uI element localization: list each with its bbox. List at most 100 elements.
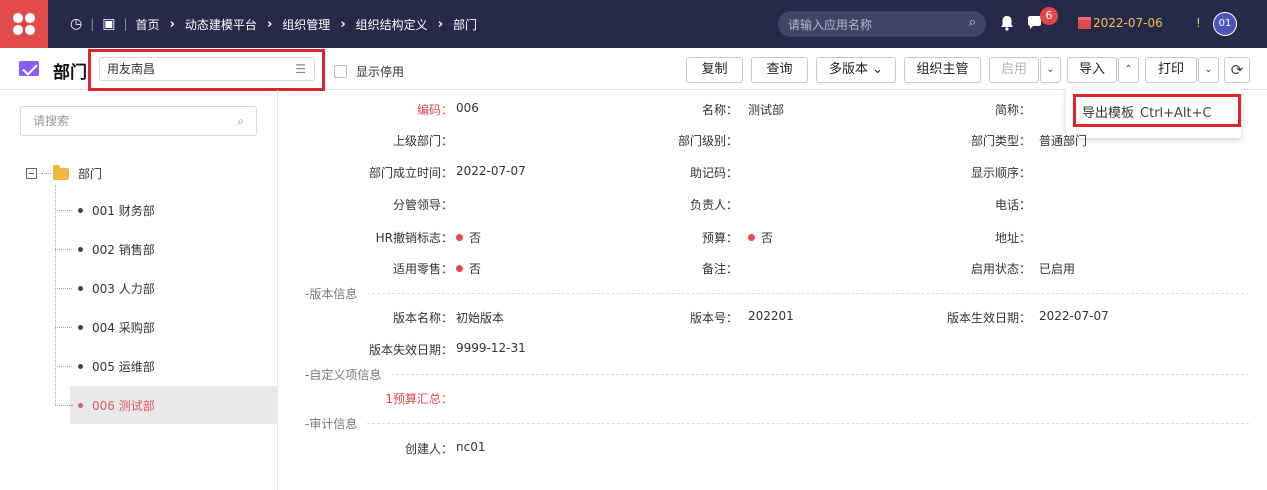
show-disabled-checkbox[interactable]: 显示停用 xyxy=(334,63,404,80)
version-expire-label: 版本失效日期： xyxy=(368,343,453,357)
import-dropdown-chevron-up-icon[interactable]: ⌃ xyxy=(1118,57,1139,83)
date-display[interactable]: 2022-07-06 xyxy=(1078,16,1163,30)
creator-label: 创建人： xyxy=(404,442,453,456)
bullet-icon xyxy=(78,324,83,330)
tree-item[interactable]: 002 销售部 xyxy=(55,230,277,268)
enable-dropdown-chevron-icon[interactable]: ⌄ xyxy=(1040,57,1061,83)
version-name-label: 版本名称： xyxy=(392,311,453,325)
mnemonic-label: 助记码： xyxy=(689,166,738,180)
breadcrumb-org-management[interactable]: 组织管理 xyxy=(282,16,330,33)
tree-connector xyxy=(55,365,72,367)
tree-item-selected[interactable]: 006 测试部 xyxy=(70,386,277,424)
address-label: 地址： xyxy=(994,231,1031,245)
collapse-icon[interactable] xyxy=(26,168,37,179)
print-dropdown-chevron-icon[interactable]: ⌄ xyxy=(1198,57,1219,83)
dept-type-label: 部门类型： xyxy=(970,134,1031,148)
tree-item-label: 006 测试部 xyxy=(92,398,155,413)
refresh-icon[interactable]: ⟳ xyxy=(1224,57,1250,83)
folder-icon xyxy=(53,164,69,180)
parent-dept-label: 上级部门： xyxy=(392,134,453,148)
budget-summary-label: 1预算汇总： xyxy=(385,392,453,406)
tree-connector xyxy=(55,326,72,328)
document-icon[interactable]: ▣ xyxy=(102,16,115,32)
search-icon[interactable]: ⌕ xyxy=(969,15,976,30)
status-dot xyxy=(748,234,755,241)
page-title: 部门 xyxy=(53,63,87,83)
version-section-title: 版本信息 xyxy=(309,287,358,301)
supervisor-label: 分管领导： xyxy=(392,198,453,212)
search-icon[interactable]: ⌕ xyxy=(237,107,244,135)
show-disabled-label: 显示停用 xyxy=(356,65,405,79)
version-no-value: 202201 xyxy=(748,309,794,323)
query-button[interactable]: 查询 xyxy=(751,57,808,83)
app-search-input[interactable]: 请输入应用名称 ⌕ xyxy=(778,11,986,37)
section-divider xyxy=(391,374,1249,375)
import-button[interactable]: 导入 xyxy=(1067,57,1117,83)
org-leader-button[interactable]: 组织主管 xyxy=(904,57,981,83)
tree-item[interactable]: 004 采购部 xyxy=(55,308,277,346)
department-tree-panel: 请搜索 ⌕ 部门 001 财务部 002 销售部 003 人力部 004 采购部… xyxy=(0,90,278,490)
enable-button[interactable]: 启用 xyxy=(989,57,1039,83)
alert-icon[interactable]: ! xyxy=(1196,16,1201,30)
bullet-icon xyxy=(78,207,83,213)
name-value: 测试部 xyxy=(748,103,785,117)
tree-connector xyxy=(41,173,51,174)
dept-type-value: 普通部门 xyxy=(1039,134,1088,148)
chevron-right-icon: › xyxy=(437,16,444,32)
tree-search-input[interactable]: 请搜索 ⌕ xyxy=(20,106,257,136)
tree-root-label: 部门 xyxy=(78,167,103,181)
multi-version-button[interactable]: 多版本 ⌄ xyxy=(816,57,896,83)
tree-connector xyxy=(55,405,70,406)
checkbox[interactable] xyxy=(334,65,347,78)
breadcrumb-home[interactable]: 首页 xyxy=(136,16,160,33)
custom-section-title: 自定义项信息 xyxy=(309,368,382,382)
status-dot xyxy=(456,234,463,241)
audit-section-title: 审计信息 xyxy=(309,417,358,431)
tree-item[interactable]: 005 运维部 xyxy=(55,347,277,385)
budget-label: 预算： xyxy=(701,231,738,245)
remark-label: 备注： xyxy=(701,262,738,276)
tree-item-label: 004 采购部 xyxy=(92,320,155,335)
enable-status-value: 已启用 xyxy=(1039,262,1076,276)
budget-text: 否 xyxy=(761,231,774,245)
copy-button[interactable]: 复制 xyxy=(686,57,743,83)
founded-date-label: 部门成立时间： xyxy=(368,166,453,180)
version-section-header: - 版本信息 xyxy=(305,285,1249,302)
chevron-right-icon: › xyxy=(169,16,175,32)
code-value: 006 xyxy=(456,101,479,115)
department-detail-form: 编码： 006 名称： 测试部 简称： 上级部门： 部门级别： 部门类型： 普通… xyxy=(279,90,1267,490)
principal-label: 负责人： xyxy=(689,198,738,212)
short-name-label: 简称： xyxy=(994,103,1031,117)
app-logo[interactable] xyxy=(0,0,48,48)
calendar-icon xyxy=(1078,17,1091,29)
code-label: 编码： xyxy=(416,103,453,117)
user-avatar[interactable]: 01 xyxy=(1213,12,1237,36)
highlight-box xyxy=(88,49,325,91)
clock-icon[interactable]: ◷ xyxy=(70,16,82,32)
tree-connector xyxy=(55,248,72,250)
version-no-label: 版本号： xyxy=(689,311,738,325)
section-divider xyxy=(367,293,1249,294)
bell-icon[interactable] xyxy=(1000,15,1014,34)
version-name-value: 初始版本 xyxy=(456,311,505,325)
tree-root-node[interactable]: 部门 xyxy=(26,164,103,182)
tree-item[interactable]: 001 财务部 xyxy=(55,191,277,229)
logo-icon xyxy=(13,13,35,35)
bullet-icon xyxy=(78,402,83,408)
chevron-right-icon: › xyxy=(340,16,346,32)
display-order-label: 显示顺序： xyxy=(970,166,1031,180)
breadcrumb-org-structure[interactable]: 组织结构定义 xyxy=(356,16,428,33)
creator-value: nc01 xyxy=(456,440,486,454)
bullet-icon xyxy=(78,246,83,252)
custom-section-header: - 自定义项信息 xyxy=(305,366,1249,383)
date-text: 2022-07-06 xyxy=(1093,16,1163,30)
version-effective-label: 版本生效日期： xyxy=(946,311,1031,325)
tree-connector xyxy=(55,209,72,211)
tree-item-label: 005 运维部 xyxy=(92,359,155,374)
tree-search-placeholder: 请搜索 xyxy=(33,114,70,128)
retail-value: 否 xyxy=(456,260,481,277)
hr-revoke-text: 否 xyxy=(469,231,482,245)
tree-item[interactable]: 003 人力部 xyxy=(55,269,277,307)
breadcrumb-modeling-platform[interactable]: 动态建模平台 xyxy=(185,16,257,33)
print-button[interactable]: 打印 xyxy=(1145,57,1197,83)
